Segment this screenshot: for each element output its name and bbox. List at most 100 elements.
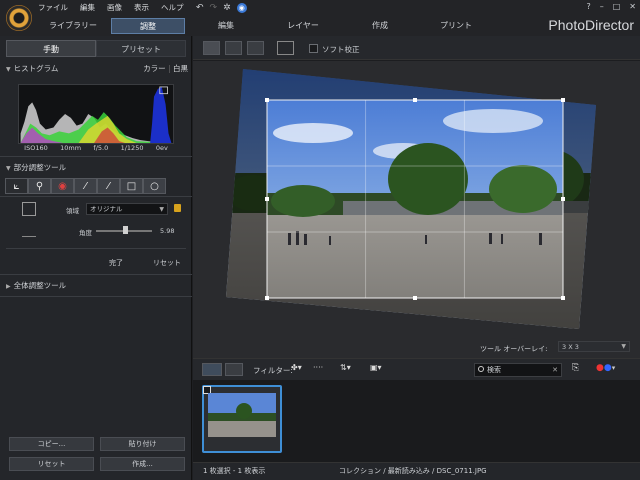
thumbnail-image [208, 393, 276, 437]
menu-edit[interactable]: 編集 [80, 2, 95, 13]
lock-icon[interactable] [174, 204, 181, 212]
left-panel: 手動 プリセット ▼ ヒストグラム カラー | 白黒 ISO160 10mm f/… [0, 36, 192, 480]
quick-tools: ↶ ↷ ✲ ◉ [196, 3, 247, 13]
paste-button[interactable]: 貼り付け [100, 437, 185, 451]
status-bar: 1 枚選択 - 1 枚表示 コレクション / 最新読み込み / DSC_0711… [193, 462, 640, 480]
menu-view[interactable]: 表示 [134, 2, 149, 13]
flag-filter-icon[interactable]: ✤▾ [291, 363, 309, 376]
tab-library[interactable]: ライブラリー [36, 18, 110, 34]
histogram-modes: カラー | 白黒 [143, 64, 188, 73]
list-view-button[interactable] [225, 363, 243, 376]
expand-arrow-icon: ▶ [6, 283, 11, 290]
square-icon: □ [126, 180, 137, 192]
update-icon[interactable]: ◉ [236, 3, 247, 13]
chevron-down-icon: ▼ [621, 343, 626, 350]
crop-tool-button[interactable]: ⟀ [5, 178, 28, 194]
close-icon[interactable]: ✕ [629, 2, 636, 11]
regional-tools-header[interactable]: ▼ 部分調整ツール [0, 161, 192, 175]
grid-view-button[interactable] [247, 41, 264, 55]
help-icon[interactable]: ? [586, 2, 590, 11]
area-label: 領域 [66, 207, 79, 215]
graduated-filter-button[interactable]: □ [120, 178, 143, 194]
clear-icon[interactable]: ✕ [552, 364, 558, 376]
search-icon [478, 366, 484, 372]
import-icon[interactable]: ⎘ [572, 363, 588, 376]
soft-proof-checkbox[interactable] [309, 44, 318, 53]
global-tools-header[interactable]: ▶ 全体調整ツール [0, 279, 192, 293]
radial-filter-button[interactable]: ○ [143, 178, 166, 194]
regional-tools-title: 部分調整ツール [13, 163, 67, 172]
spot-removal-button[interactable]: ⚲ [28, 178, 51, 194]
menu-file[interactable]: ファイル [38, 2, 68, 13]
settings-icon[interactable]: ✲ [223, 3, 231, 13]
area-select-value: オリジナル [90, 205, 123, 213]
menu-bar: ファイル 編集 画像 表示 ヘルプ [38, 2, 184, 13]
red-eye-button[interactable]: ◉ [51, 178, 74, 194]
search-input[interactable]: 検索 ✕ [474, 363, 562, 377]
crop-icon: ⟀ [13, 180, 20, 192]
brand-title: PhotoDirector [548, 17, 634, 33]
straighten-icon [22, 223, 36, 237]
tab-create[interactable]: 作成 [350, 18, 410, 34]
filmstrip [193, 380, 640, 462]
stack-icon[interactable]: ▣▾ [370, 363, 388, 376]
undo-icon[interactable]: ↶ [196, 3, 204, 13]
histogram-graph [18, 84, 174, 144]
create-preset-button[interactable]: 作成... [100, 457, 185, 471]
reset-button[interactable]: リセット [9, 457, 94, 471]
divider [0, 156, 192, 157]
eye-icon: ◉ [58, 180, 67, 192]
area-select[interactable]: オリジナル ▼ [86, 203, 168, 215]
exif-exposure: 0ev [155, 144, 168, 152]
done-button[interactable]: 完了 [109, 258, 123, 268]
sort-icon[interactable]: ⇅▾ [340, 363, 358, 376]
collapse-arrow-icon: ▼ [6, 165, 11, 172]
global-tools-title: 全体調整ツール [13, 281, 67, 290]
histogram-bw-toggle[interactable]: 白黒 [173, 64, 188, 73]
exif-iso: ISO160 [24, 144, 48, 152]
minimize-icon[interactable]: – [600, 2, 604, 11]
histogram-blue-channel [150, 86, 172, 143]
panel-subtabs: 手動 プリセット [6, 40, 186, 57]
tab-print[interactable]: プリント [426, 18, 486, 34]
thumbnail-dsc-0711[interactable] [202, 385, 282, 453]
circle-icon: ○ [150, 180, 159, 192]
color-label-icon[interactable]: ●●▾ [596, 363, 622, 376]
compare-view-button[interactable] [225, 41, 242, 55]
menu-help[interactable]: ヘルプ [161, 2, 184, 13]
photo-canvas[interactable] [193, 61, 640, 369]
angle-label: 角度 [79, 229, 92, 237]
tab-manual[interactable]: 手動 [6, 40, 96, 57]
divider [0, 196, 192, 197]
tab-layers[interactable]: レイヤー [273, 18, 333, 34]
tab-edit[interactable]: 編集 [196, 18, 256, 34]
app-logo-icon [6, 5, 32, 31]
second-display-button[interactable] [277, 41, 294, 55]
histogram-header[interactable]: ▼ ヒストグラム カラー | 白黒 [0, 62, 192, 76]
brush-button[interactable]: ⁄ [74, 178, 97, 194]
regional-reset-button[interactable]: リセット [153, 258, 181, 268]
angle-slider-knob[interactable] [123, 226, 129, 234]
more-filter-icon[interactable]: ···· [313, 363, 331, 376]
window-controls: ? – □ ✕ [586, 2, 636, 11]
collapse-arrow-icon: ▼ [6, 66, 11, 73]
top-bar: ファイル 編集 画像 表示 ヘルプ ↶ ↷ ✲ ◉ ? – □ ✕ PhotoD… [0, 0, 640, 36]
main-area: ソフト校正 ツール オーバーレイ: 3 X 3 ▼ フィルター: ✤▾ ····… [193, 36, 640, 480]
tab-presets[interactable]: プリセット [96, 40, 186, 57]
angle-value: 5.98 [160, 227, 175, 235]
redo-icon[interactable]: ↷ [210, 3, 218, 13]
single-view-button[interactable] [203, 41, 220, 55]
copy-button[interactable]: コピー... [9, 437, 94, 451]
filmstrip-view-button[interactable] [202, 363, 222, 376]
tab-adjust[interactable]: 調整 [111, 18, 185, 34]
gradient-brush-button[interactable]: ⁄ [97, 178, 120, 194]
overlay-select[interactable]: 3 X 3 ▼ [558, 341, 630, 352]
exif-info: ISO160 10mm f/5.0 1/1250 0ev [18, 144, 174, 152]
histogram-color-toggle[interactable]: カラー [143, 64, 166, 73]
menu-image[interactable]: 画像 [107, 2, 122, 13]
maximize-icon[interactable]: □ [613, 2, 621, 11]
divider [0, 296, 192, 297]
brush-icon: ⁄ [84, 180, 87, 192]
selection-status: 1 枚選択 - 1 枚表示 [203, 467, 266, 475]
angle-slider[interactable] [96, 226, 152, 234]
